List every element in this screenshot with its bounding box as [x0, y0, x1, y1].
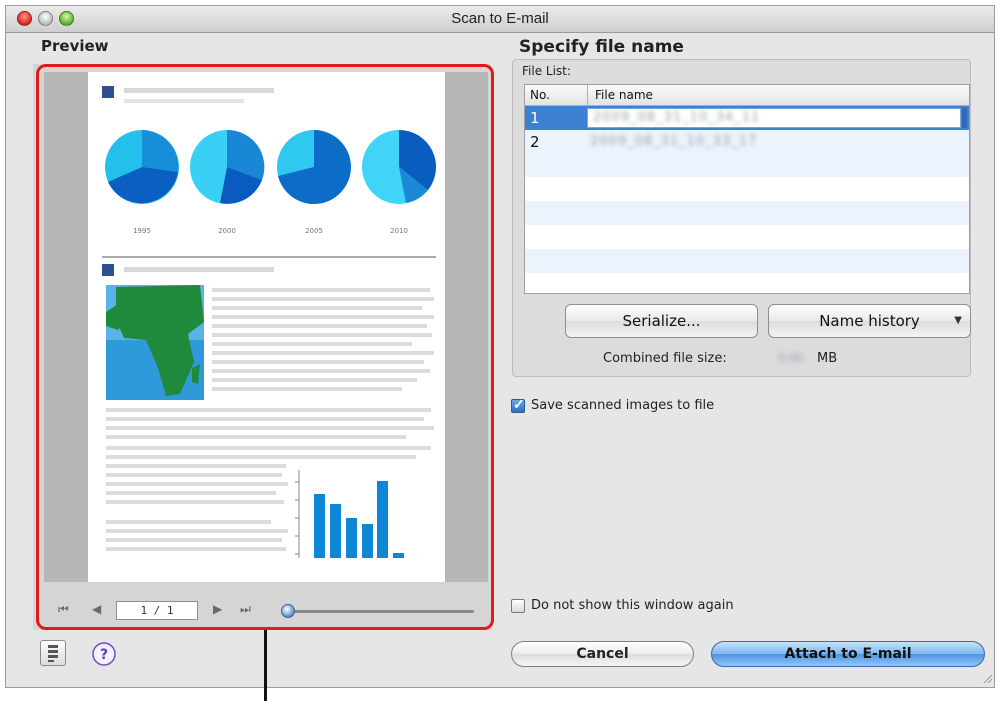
- help-icon: ?: [92, 642, 116, 666]
- combined-file-size-unit: MB: [817, 351, 838, 366]
- pie-label-2010: 2010: [390, 227, 408, 235]
- table-row[interactable]: 2 2009_08_31_10_33_17: [525, 130, 969, 154]
- bar-chart-thumbnail: [295, 470, 404, 558]
- doc-heading-line: [124, 88, 274, 93]
- attach-to-email-button[interactable]: Attach to E-mail: [711, 641, 985, 667]
- table-row[interactable]: 1 2009_08_31_10_34_11: [525, 106, 969, 130]
- column-header-file-name[interactable]: File name: [595, 88, 653, 102]
- pie-label-2000: 2000: [218, 227, 236, 235]
- preview-heading: Preview: [41, 37, 109, 55]
- combined-file-size-label: Combined file size:: [603, 351, 727, 366]
- page-number-field[interactable]: 1 / 1: [116, 601, 198, 620]
- save-scanned-label[interactable]: Save scanned images to file: [531, 398, 714, 413]
- file-name-cell[interactable]: 2009_08_31_10_34_11: [593, 108, 760, 128]
- world-map-image: [106, 285, 204, 400]
- name-history-label: Name history: [819, 312, 920, 330]
- table-header: No. File name: [525, 85, 969, 106]
- file-name-cell[interactable]: 2009_08_31_10_33_17: [590, 132, 757, 152]
- first-page-icon[interactable]: ⏮: [58, 602, 69, 617]
- specify-file-name-heading: Specify file name: [519, 37, 684, 57]
- title-bar: Scan to E-mail: [6, 6, 994, 33]
- serialize-button[interactable]: Serialize...: [565, 304, 758, 338]
- save-scanned-checkbox[interactable]: ✓: [511, 396, 525, 413]
- scanned-document-thumbnail: 1995 2000 2005 2010: [102, 86, 437, 558]
- preview-page: 1995 2000 2005 2010: [88, 72, 445, 582]
- page-layout-button[interactable]: [40, 640, 66, 666]
- doc-subheading-line: [124, 99, 244, 103]
- file-list-table: No. File name 1 2009_08_31_10_34_11 2 20…: [524, 84, 970, 294]
- svg-text:?: ?: [100, 647, 108, 663]
- column-header-no[interactable]: No.: [530, 88, 550, 102]
- pie-chart-2010: [362, 130, 437, 204]
- previous-page-icon[interactable]: ◀: [92, 602, 101, 616]
- file-list-label: File List:: [522, 64, 571, 78]
- pie-chart-2000: [190, 129, 265, 204]
- window-title: Scan to E-mail: [451, 10, 549, 27]
- name-history-dropdown[interactable]: Name history ▼: [768, 304, 971, 338]
- zoom-slider-track[interactable]: [286, 610, 474, 613]
- do-not-show-label[interactable]: Do not show this window again: [531, 598, 734, 613]
- next-page-icon[interactable]: ▶: [213, 602, 222, 616]
- cancel-button[interactable]: Cancel: [511, 641, 694, 667]
- page-list-icon: [48, 645, 58, 662]
- row-number: 2: [530, 133, 540, 151]
- checkmark-icon: ✓: [513, 396, 525, 412]
- pie-chart-2005: [277, 130, 351, 204]
- pie-label-1995: 1995: [133, 227, 151, 235]
- do-not-show-checkbox[interactable]: [511, 599, 525, 613]
- combined-file-size-value: 0.00: [778, 350, 804, 365]
- doc-heading-marker-2: [102, 264, 114, 276]
- row-number: 1: [530, 109, 540, 127]
- dropdown-arrow-icon: ▼: [954, 315, 962, 326]
- doc-heading-marker: [102, 86, 114, 98]
- last-page-icon[interactable]: ⏭: [240, 602, 251, 617]
- pie-chart-1995: [105, 130, 179, 204]
- callout-leader-line: [264, 630, 267, 701]
- help-button[interactable]: ?: [91, 641, 117, 667]
- pie-label-2005: 2005: [305, 227, 323, 235]
- zoom-slider-knob[interactable]: [281, 604, 295, 618]
- doc-text-block-1: [212, 288, 434, 391]
- resize-grip-icon[interactable]: [982, 673, 992, 683]
